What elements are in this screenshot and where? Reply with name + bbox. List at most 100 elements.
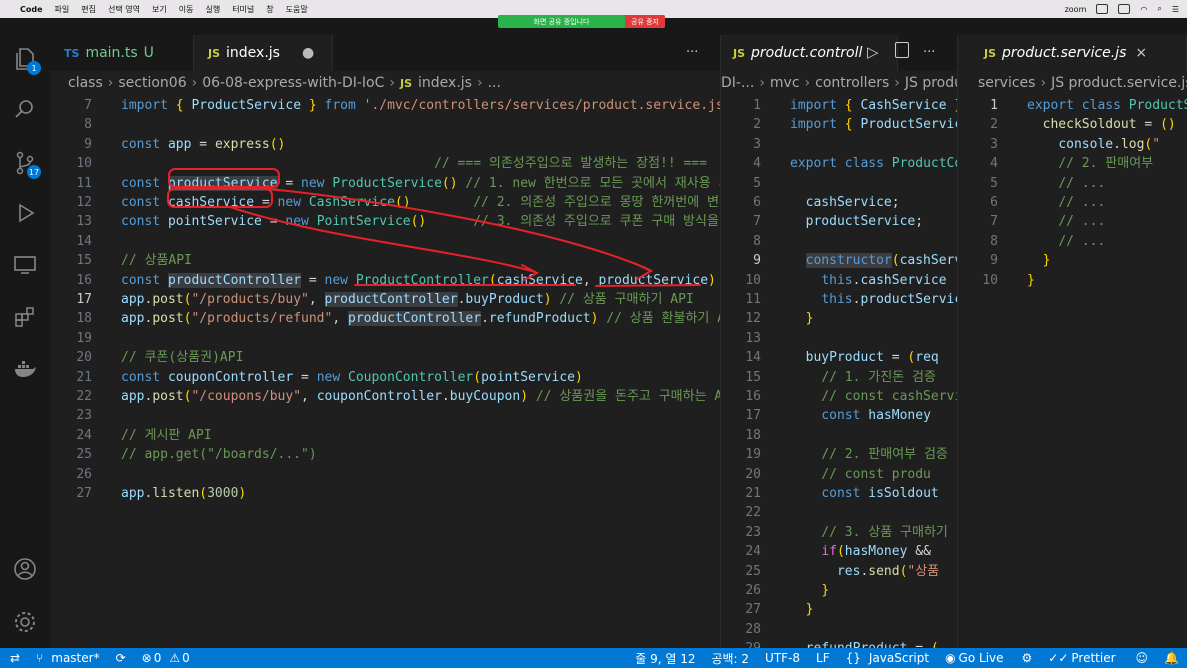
breadcrumb-item[interactable]: index.js: [418, 75, 472, 91]
line-number[interactable]: 3: [735, 135, 761, 154]
line-number[interactable]: 10: [72, 154, 92, 173]
remote-explorer-icon[interactable]: [13, 253, 37, 277]
line-number[interactable]: 26: [72, 465, 92, 484]
code-line[interactable]: 17 app.post("/products/buy", productContr…: [50, 290, 720, 309]
line-number[interactable]: 6: [972, 193, 998, 212]
breadcrumb-item[interactable]: mvc: [770, 75, 800, 91]
explorer-icon[interactable]: 1: [13, 47, 41, 75]
code-line[interactable]: 9 const app = express(): [50, 135, 720, 154]
menu-item-window[interactable]: 창: [266, 4, 273, 15]
editor-index-js[interactable]: 7 import { ProductService } from './mvc/c…: [50, 95, 720, 648]
go-live-button[interactable]: Go Live: [959, 651, 1004, 665]
code-line[interactable]: 22 app.post("/coupons/buy", couponControl…: [50, 387, 720, 406]
code-line[interactable]: 9 }: [958, 251, 1187, 270]
run-debug-icon[interactable]: [13, 201, 37, 225]
end-of-line[interactable]: LF: [816, 651, 830, 665]
menu-item-run[interactable]: 실행: [205, 4, 220, 15]
account-icon[interactable]: [13, 557, 37, 581]
line-number[interactable]: 18: [72, 309, 92, 328]
code-line[interactable]: 2 checkSoldout = (): [958, 115, 1187, 134]
wifi-icon[interactable]: ◠: [1140, 5, 1147, 14]
line-number[interactable]: 23: [72, 406, 92, 425]
line-number[interactable]: 5: [972, 174, 998, 193]
tab-product-service[interactable]: JS product.service.js ×: [958, 35, 1187, 71]
menu-item-view[interactable]: 보기: [152, 4, 167, 15]
code-line[interactable]: 27 }: [721, 600, 957, 619]
code-line[interactable]: 21 const couponController = new CouponCon…: [50, 368, 720, 387]
breadcrumb-item[interactable]: DI-...: [721, 75, 754, 91]
editor-product-controller[interactable]: 1 import { CashService } 2 import { Product…: [721, 95, 957, 648]
menu-item-file[interactable]: 파일: [55, 4, 70, 15]
code-line[interactable]: 27 app.listen(3000): [50, 484, 720, 503]
menu-item-selection[interactable]: 선택 영역: [108, 4, 140, 15]
line-number[interactable]: 12: [72, 193, 92, 212]
run-icon[interactable]: ▷: [867, 43, 879, 61]
app-menu[interactable]: Code: [20, 5, 43, 14]
line-number[interactable]: 27: [72, 484, 92, 503]
indentation[interactable]: 공백: 2: [711, 650, 749, 667]
code-line[interactable]: 6 cashService;: [721, 193, 957, 212]
prettier-button[interactable]: Prettier: [1071, 651, 1115, 665]
code-line[interactable]: 23: [50, 406, 720, 425]
tab-main-ts[interactable]: TS main.ts U: [50, 35, 194, 71]
line-number[interactable]: 22: [735, 503, 761, 522]
code-line[interactable]: 23 // 3. 상품 구매하기: [721, 523, 957, 542]
line-number[interactable]: 23: [735, 523, 761, 542]
code-line[interactable]: 7 // ...: [958, 212, 1187, 231]
line-number[interactable]: 8: [735, 232, 761, 251]
breadcrumb-item[interactable]: controllers: [815, 75, 889, 91]
code-line[interactable]: 12 const cashService = new CashService() …: [50, 193, 720, 212]
line-number[interactable]: 17: [735, 406, 761, 425]
code-line[interactable]: 5: [721, 174, 957, 193]
line-number[interactable]: 5: [735, 174, 761, 193]
line-number[interactable]: 19: [72, 329, 92, 348]
code-line[interactable]: 3 console.log(": [958, 135, 1187, 154]
code-line[interactable]: 15 // 상품API: [50, 251, 720, 270]
breadcrumb-item[interactable]: 06-08-express-with-DI-IoC: [202, 75, 384, 91]
line-number[interactable]: 20: [72, 348, 92, 367]
problems-count[interactable]: 0: [154, 651, 162, 665]
menu-item-edit[interactable]: 편집: [81, 4, 96, 15]
search-icon[interactable]: ⌕: [1157, 4, 1161, 14]
breadcrumb-item[interactable]: section06: [118, 75, 186, 91]
code-line[interactable]: 11 this.productService: [721, 290, 957, 309]
settings-gear-icon[interactable]: [13, 610, 37, 634]
line-number[interactable]: 11: [735, 290, 761, 309]
line-number[interactable]: 29: [735, 639, 761, 648]
code-line[interactable]: 14 buyProduct = (req: [721, 348, 957, 367]
line-number[interactable]: 7: [972, 212, 998, 231]
line-number[interactable]: 9: [735, 251, 761, 270]
line-number[interactable]: 11: [72, 174, 92, 193]
code-line[interactable]: 19 // 2. 판매여부 검증: [721, 445, 957, 464]
menu-item-help[interactable]: 도움말: [286, 4, 308, 15]
line-number[interactable]: 7: [735, 212, 761, 231]
line-number[interactable]: 7: [72, 96, 92, 115]
line-number[interactable]: 2: [735, 115, 761, 134]
code-line[interactable]: 6 // ...: [958, 193, 1187, 212]
editor-product-service[interactable]: 1 export class ProductService 2 checkSoldo…: [958, 95, 1187, 648]
code-line[interactable]: 22: [721, 503, 957, 522]
line-number[interactable]: 18: [735, 426, 761, 445]
line-number[interactable]: 12: [735, 309, 761, 328]
code-line[interactable]: 24 // 게시판 API: [50, 426, 720, 445]
code-line[interactable]: 20 // const produ: [721, 465, 957, 484]
code-line[interactable]: 20 // 쿠폰(상품권)API: [50, 348, 720, 367]
line-number[interactable]: 14: [72, 232, 92, 251]
line-number[interactable]: 1: [735, 96, 761, 115]
line-number[interactable]: 21: [735, 484, 761, 503]
line-number[interactable]: 13: [72, 212, 92, 231]
line-number[interactable]: 1: [972, 96, 998, 115]
code-line[interactable]: 26 }: [721, 581, 957, 600]
line-number[interactable]: 4: [735, 154, 761, 173]
encoding[interactable]: UTF-8: [765, 651, 800, 665]
breadcrumb-item[interactable]: ...: [488, 75, 501, 91]
line-number[interactable]: 28: [735, 620, 761, 639]
code-line[interactable]: 9 constructor(cashService: [721, 251, 957, 270]
breadcrumb-item[interactable]: JS product.service.js: [1051, 75, 1187, 91]
stop-share-button[interactable]: 공유 중지: [625, 15, 665, 28]
braces-icon[interactable]: {}: [846, 651, 861, 665]
close-tab-icon[interactable]: ×: [1135, 45, 1147, 61]
code-line[interactable]: 25 // app.get("/boards/..."): [50, 445, 720, 464]
code-line[interactable]: 26: [50, 465, 720, 484]
code-line[interactable]: 17 const hasMoney: [721, 406, 957, 425]
